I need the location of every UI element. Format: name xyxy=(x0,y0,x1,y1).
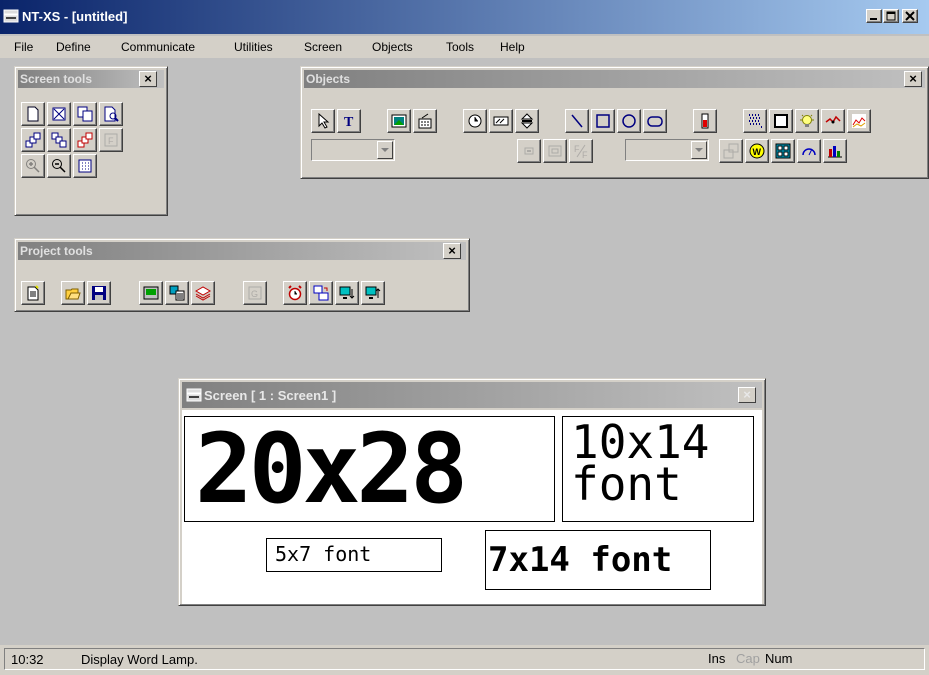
screen-window-title: Screen [ 1 : Screen1 ] xyxy=(204,388,337,403)
line-tool-button[interactable] xyxy=(565,109,589,133)
grid-button[interactable] xyxy=(73,154,97,178)
screen-window-close-button[interactable]: × xyxy=(738,387,756,403)
color-combo-dropdown[interactable] xyxy=(691,141,707,159)
screen-canvas[interactable]: 20x28 10x14 font 5x7 font 7x14 font xyxy=(182,410,762,604)
copy-screen-button[interactable] xyxy=(73,102,97,126)
lamp-tool-button[interactable] xyxy=(795,109,819,133)
bar-chart-button[interactable] xyxy=(823,139,847,163)
svg-text:W: W xyxy=(753,147,762,157)
minimize-button[interactable] xyxy=(866,9,882,23)
chevron-down-icon xyxy=(381,148,389,152)
app-icon[interactable] xyxy=(3,8,19,27)
alarm-button[interactable] xyxy=(283,281,307,305)
status-ins: Ins xyxy=(708,651,726,666)
enlarge-button[interactable] xyxy=(517,139,541,163)
screen-tools-f-label: F xyxy=(108,136,114,146)
screen-properties-button[interactable] xyxy=(99,102,123,126)
memory-table-button[interactable] xyxy=(165,281,189,305)
rounded-rect-tool-button[interactable] xyxy=(643,109,667,133)
color-combo[interactable] xyxy=(625,139,709,161)
svg-text:F: F xyxy=(574,144,580,154)
text-object-5x7[interactable]: 5x7 font xyxy=(266,538,442,572)
close-button[interactable] xyxy=(902,9,918,23)
font-style-combo-dropdown[interactable] xyxy=(377,141,393,159)
objects-text-tool-label: T xyxy=(344,115,354,129)
screen-forward-button[interactable] xyxy=(21,128,45,152)
frame-tool-button[interactable] xyxy=(769,109,793,133)
svg-text:F: F xyxy=(582,150,588,159)
select-pointer-button[interactable] xyxy=(311,109,335,133)
input-field-button[interactable] xyxy=(489,109,513,133)
bitmap-tool-button[interactable] xyxy=(387,109,411,133)
app-title: NT-XS - [untitled] xyxy=(22,9,128,24)
menu-screen[interactable]: Screen xyxy=(304,40,342,54)
up-down-button[interactable] xyxy=(515,109,539,133)
shrink-button[interactable] xyxy=(543,139,567,163)
app-title-bar[interactable]: NT-XS - [untitled] xyxy=(0,0,929,34)
menu-file[interactable]: File xyxy=(14,40,33,54)
bar-graph-button[interactable] xyxy=(693,109,717,133)
text-object-10x14[interactable]: 10x14 font xyxy=(562,416,754,522)
zoom-out-button[interactable] xyxy=(47,154,71,178)
save-project-button[interactable] xyxy=(87,281,111,305)
new-screen-button[interactable] xyxy=(21,102,45,126)
circle-tool-button[interactable] xyxy=(617,109,641,133)
meter-button[interactable] xyxy=(797,139,821,163)
objects-close-button[interactable]: × xyxy=(904,71,922,87)
touch-grid-button[interactable] xyxy=(771,139,795,163)
project-g-button[interactable]: G xyxy=(243,281,267,305)
clock-tool-button[interactable] xyxy=(463,109,487,133)
screen-window-titlebar[interactable]: Screen [ 1 : Screen1 ] × xyxy=(182,382,762,408)
screen-sort-button[interactable] xyxy=(73,128,97,152)
download-button[interactable] xyxy=(335,281,359,305)
screen-tools-palette: Screen tools × F xyxy=(14,66,168,216)
text-object-20x28[interactable]: 20x28 xyxy=(184,416,555,522)
zoom-in-button[interactable] xyxy=(21,154,45,178)
screen-tools-close-button[interactable]: × xyxy=(139,71,157,87)
menu-define[interactable]: Define xyxy=(56,40,91,54)
project-tools-palette: Project tools × G xyxy=(14,238,470,312)
status-bar: 10:32 Display Word Lamp. Ins Cap Num xyxy=(0,645,929,675)
objects-palette: Objects × T F F W xyxy=(300,66,929,179)
screen-f-button[interactable]: F xyxy=(99,128,123,152)
mark-tool-button[interactable] xyxy=(743,109,767,133)
status-time: 10:32 xyxy=(11,652,44,667)
status-message: Display Word Lamp. xyxy=(81,652,198,667)
project-g-label: G xyxy=(251,289,258,299)
font-style-combo[interactable] xyxy=(311,139,395,161)
word-lamp-button[interactable]: W xyxy=(745,139,769,163)
fraction-button[interactable]: FF xyxy=(569,139,593,163)
menu-communicate[interactable]: Communicate xyxy=(121,40,195,54)
new-project-button[interactable] xyxy=(21,281,45,305)
rectangle-tool-button[interactable] xyxy=(591,109,615,133)
objects-title[interactable]: Objects xyxy=(304,70,925,88)
project-tools-close-button[interactable]: × xyxy=(443,243,461,259)
group-button[interactable] xyxy=(719,139,743,163)
menu-objects[interactable]: Objects xyxy=(372,40,413,54)
touch-switch-button[interactable] xyxy=(821,109,845,133)
status-cap: Cap xyxy=(736,651,760,666)
screen-list-button[interactable] xyxy=(191,281,215,305)
pt-settings-button[interactable] xyxy=(139,281,163,305)
numeral-display-button[interactable] xyxy=(413,109,437,133)
menu-bar: File Define Communicate Utilities Screen… xyxy=(0,36,929,58)
project-tools-title[interactable]: Project tools xyxy=(18,242,466,260)
trend-graph-button[interactable] xyxy=(847,109,871,133)
menu-tools[interactable]: Tools xyxy=(446,40,474,54)
status-num: Num xyxy=(765,651,793,666)
maximize-button[interactable] xyxy=(883,9,899,23)
text-tool-button[interactable]: T xyxy=(337,109,361,133)
menu-utilities[interactable]: Utilities xyxy=(234,40,273,54)
screen-transfer-button[interactable] xyxy=(309,281,333,305)
screen-backward-button[interactable] xyxy=(47,128,71,152)
screen-editor-window: Screen [ 1 : Screen1 ] × 20x28 10x14 fon… xyxy=(178,378,766,606)
chevron-down-icon xyxy=(695,148,703,152)
menu-help[interactable]: Help xyxy=(500,40,525,54)
open-project-button[interactable] xyxy=(61,281,85,305)
text-object-7x14[interactable]: 7x14 font xyxy=(485,530,711,590)
delete-screen-button[interactable] xyxy=(47,102,71,126)
upload-button[interactable] xyxy=(361,281,385,305)
screen-window-icon xyxy=(186,387,202,406)
